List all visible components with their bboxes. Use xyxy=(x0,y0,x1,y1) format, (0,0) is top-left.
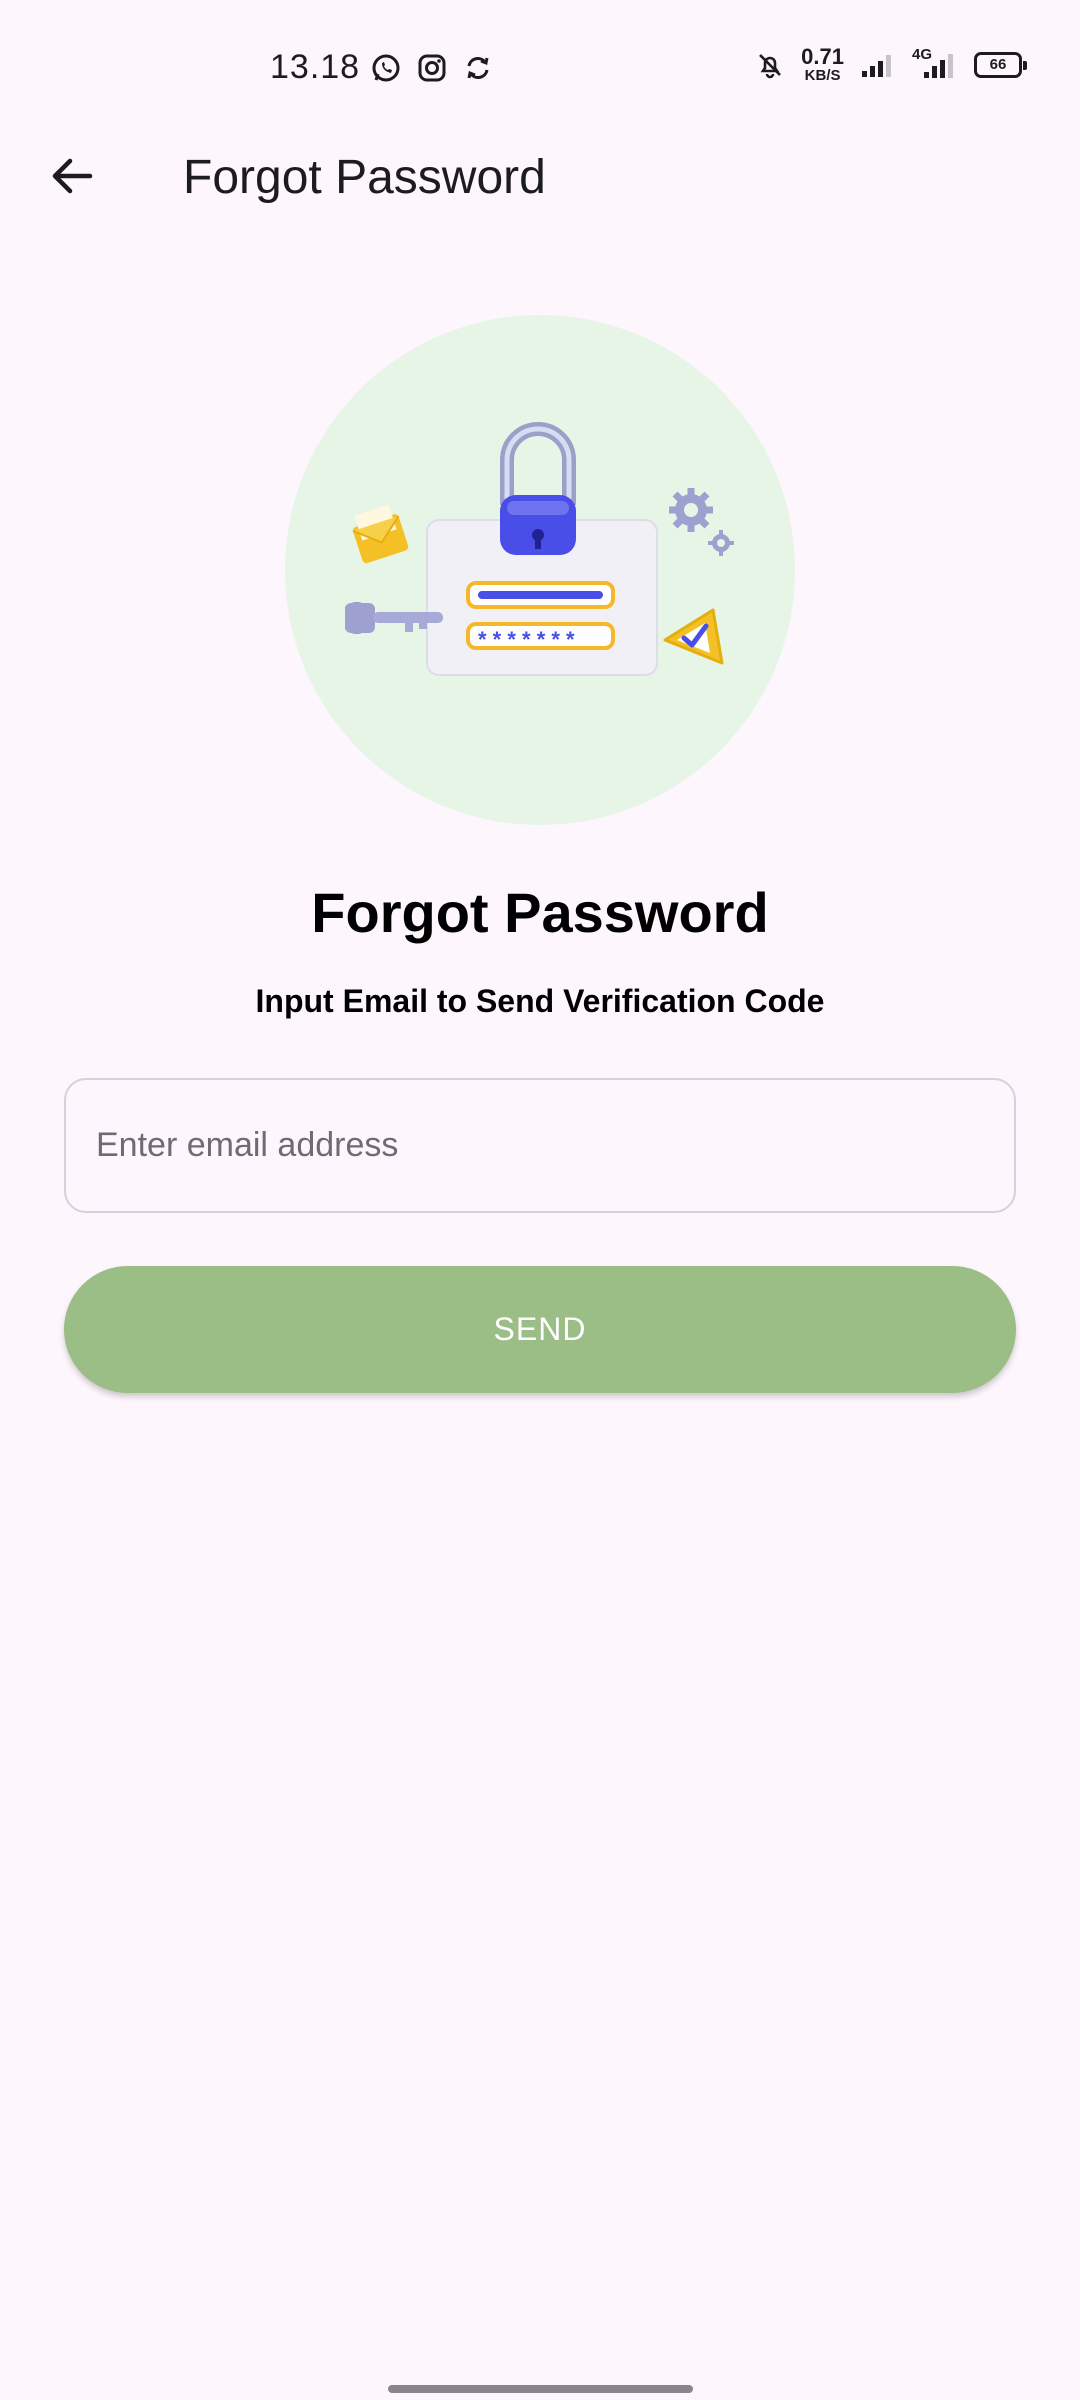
check-triangle-shape xyxy=(663,608,724,665)
signal-4g-icon: 4G xyxy=(910,46,958,80)
send-button[interactable]: SEND xyxy=(64,1266,1016,1393)
status-time: 13.18 xyxy=(270,48,361,86)
battery-level: 66 xyxy=(989,56,1007,73)
forgot-password-illustration: * * * * * * * xyxy=(285,315,795,825)
page-subtitle: Input Email to Send Verification Code xyxy=(255,983,825,1019)
bell-off-icon xyxy=(759,53,782,78)
network-speed-unit: KB/S xyxy=(804,67,841,84)
whatsapp-icon xyxy=(372,54,400,82)
network-speed-value: 0.71 xyxy=(801,44,844,69)
system-status-icons: 0.71 KB/S 4G 66 xyxy=(755,44,1027,84)
app-bar-title: Forgot Password xyxy=(183,151,546,204)
svg-text:* * * * * * *: * * * * * * * xyxy=(478,627,575,652)
envelope-shape xyxy=(352,504,409,564)
back-button[interactable] xyxy=(36,140,108,212)
status-bar: 13.18 0.71 KB/S 4G 66 xyxy=(0,0,1080,130)
instagram-icon xyxy=(418,54,446,82)
forgot-password-screen: 13.18 0.71 KB/S 4G 66 Forgot Password * … xyxy=(0,0,1080,2400)
email-input[interactable] xyxy=(66,1080,1014,1211)
home-indicator[interactable] xyxy=(388,2385,693,2393)
network-speed: 0.71 KB/S xyxy=(801,44,844,84)
email-field[interactable] xyxy=(64,1078,1016,1213)
signal-icon xyxy=(862,54,891,77)
page-title: Forgot Password xyxy=(311,881,769,944)
arrow-left-icon xyxy=(52,158,93,194)
sync-icon xyxy=(467,57,489,79)
gear-shape xyxy=(669,488,734,556)
battery-icon: 66 xyxy=(974,51,1027,78)
notification-icons xyxy=(370,52,494,84)
top-app-bar: Forgot Password xyxy=(0,130,1080,230)
